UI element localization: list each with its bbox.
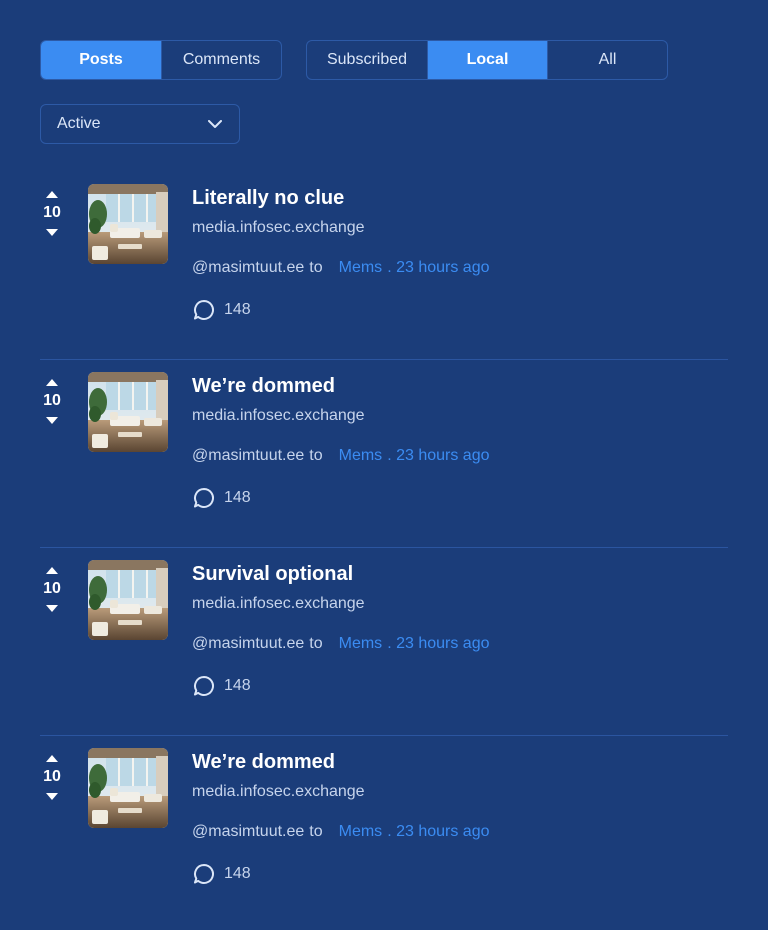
tab-posts[interactable]: Posts (41, 41, 161, 79)
post-item: 10 We’re dommed media.infosec.exchange @… (40, 360, 728, 548)
post-comments-button[interactable]: 148 (192, 674, 728, 698)
post-meta: @masimtuut.ee to Mems . 23 hours ago (192, 822, 728, 842)
post-time: . 23 hours ago (387, 635, 490, 652)
post-domain[interactable]: media.infosec.exchange (192, 594, 728, 614)
comment-bubble-icon (192, 486, 216, 510)
comment-count: 148 (224, 865, 251, 882)
comment-count: 148 (224, 301, 251, 318)
comment-bubble-icon (192, 862, 216, 886)
downvote-arrow-icon[interactable] (40, 602, 64, 614)
tab-local[interactable]: Local (427, 41, 547, 79)
sort-dropdown[interactable]: Active (40, 104, 240, 144)
post-author[interactable]: @masimtuut.ee (192, 446, 304, 466)
post-meta: @masimtuut.ee to Mems . 23 hours ago (192, 258, 728, 278)
comment-count: 148 (224, 677, 251, 694)
post-author[interactable]: @masimtuut.ee (192, 822, 304, 842)
vote-count: 10 (43, 392, 61, 409)
vote-controls: 10 (40, 564, 64, 614)
listing-type-toggle: Subscribed Local All (306, 40, 668, 80)
tab-comments[interactable]: Comments (161, 41, 281, 79)
post-time: . 23 hours ago (387, 259, 490, 276)
post-to-label: to (309, 447, 323, 464)
vote-count: 10 (43, 204, 61, 221)
post-thumbnail[interactable] (88, 184, 168, 264)
vote-count: 10 (43, 768, 61, 785)
post-list: 10 Literally no clue media.infosec.excha… (40, 172, 728, 924)
downvote-arrow-icon[interactable] (40, 790, 64, 802)
comment-bubble-icon (192, 674, 216, 698)
comment-count: 148 (224, 489, 251, 506)
post-title[interactable]: Survival optional (192, 560, 728, 588)
content-type-toggle: Posts Comments (40, 40, 282, 80)
post-time: . 23 hours ago (387, 447, 490, 464)
upvote-arrow-icon[interactable] (40, 564, 64, 576)
post-time: . 23 hours ago (387, 823, 490, 840)
post-meta: @masimtuut.ee to Mems . 23 hours ago (192, 634, 728, 654)
post-author[interactable]: @masimtuut.ee (192, 258, 304, 278)
post-title[interactable]: We’re dommed (192, 748, 728, 776)
post-title[interactable]: Literally no clue (192, 184, 728, 212)
downvote-arrow-icon[interactable] (40, 226, 64, 238)
tab-all[interactable]: All (547, 41, 667, 79)
sort-selected-value: Active (57, 115, 101, 132)
post-meta: @masimtuut.ee to Mems . 23 hours ago (192, 446, 728, 466)
post-domain[interactable]: media.infosec.exchange (192, 406, 728, 426)
post-to-label: to (309, 259, 323, 276)
filter-bar: Posts Comments Subscribed Local All (40, 40, 728, 80)
chevron-down-icon (207, 116, 223, 132)
upvote-arrow-icon[interactable] (40, 752, 64, 764)
comment-bubble-icon (192, 298, 216, 322)
vote-controls: 10 (40, 752, 64, 802)
post-domain[interactable]: media.infosec.exchange (192, 782, 728, 802)
vote-controls: 10 (40, 188, 64, 238)
vote-count: 10 (43, 580, 61, 597)
post-to-label: to (309, 635, 323, 652)
post-community[interactable]: Mems (339, 258, 383, 278)
post-author[interactable]: @masimtuut.ee (192, 634, 304, 654)
tab-subscribed[interactable]: Subscribed (307, 41, 427, 79)
downvote-arrow-icon[interactable] (40, 414, 64, 426)
post-thumbnail[interactable] (88, 560, 168, 640)
post-item: 10 Literally no clue media.infosec.excha… (40, 172, 728, 360)
post-community[interactable]: Mems (339, 822, 383, 842)
post-comments-button[interactable]: 148 (192, 862, 728, 886)
post-comments-button[interactable]: 148 (192, 298, 728, 322)
post-community[interactable]: Mems (339, 634, 383, 654)
post-comments-button[interactable]: 148 (192, 486, 728, 510)
post-thumbnail[interactable] (88, 372, 168, 452)
page: Posts Comments Subscribed Local All Acti… (0, 0, 768, 930)
post-community[interactable]: Mems (339, 446, 383, 466)
vote-controls: 10 (40, 376, 64, 426)
post-thumbnail[interactable] (88, 748, 168, 828)
upvote-arrow-icon[interactable] (40, 376, 64, 388)
post-title[interactable]: We’re dommed (192, 372, 728, 400)
post-domain[interactable]: media.infosec.exchange (192, 218, 728, 238)
post-item: 10 We’re dommed media.infosec.exchange @… (40, 736, 728, 924)
upvote-arrow-icon[interactable] (40, 188, 64, 200)
post-to-label: to (309, 823, 323, 840)
post-item: 10 Survival optional media.infosec.excha… (40, 548, 728, 736)
